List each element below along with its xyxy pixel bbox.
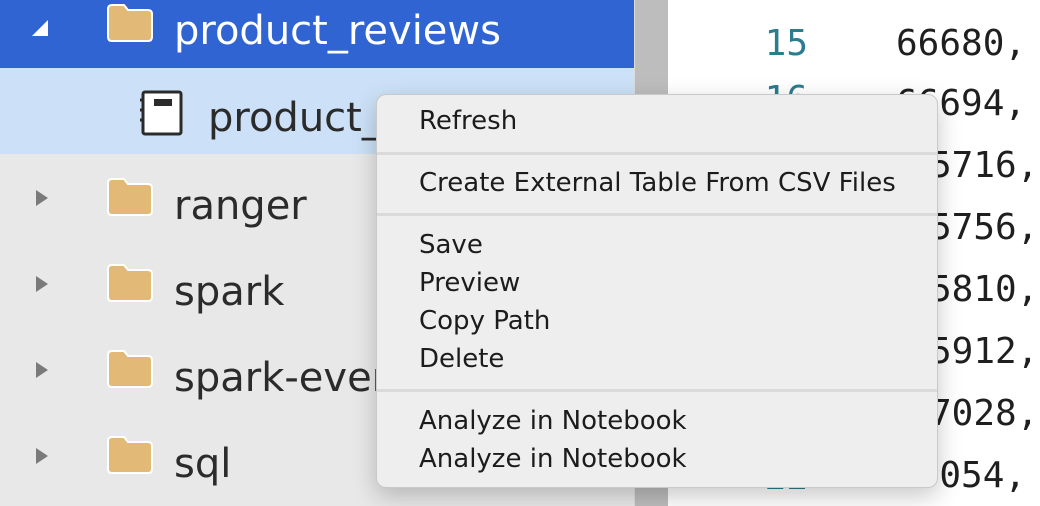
menu-item-create-external-table[interactable]: Create External Table From CSV Files — [419, 167, 896, 199]
tree-item-product-reviews[interactable]: product_reviews — [0, 0, 634, 68]
menu-item-delete[interactable]: Delete — [419, 343, 504, 375]
folder-icon — [107, 4, 153, 42]
chevron-right-icon[interactable] — [32, 446, 52, 466]
line-number: 15 — [764, 23, 808, 64]
menu-divider — [377, 152, 937, 155]
context-menu: Refresh Create External Table From CSV F… — [376, 94, 938, 488]
code-line: 5756, — [930, 207, 1039, 248]
tree-item-label: spark-ever — [174, 355, 389, 401]
menu-item-copy-path[interactable]: Copy Path — [419, 305, 550, 337]
code-line: 5810, — [930, 269, 1039, 310]
code-line: 5912, — [930, 331, 1039, 372]
tree-item-label: product_ — [208, 95, 382, 141]
folder-icon — [107, 436, 153, 474]
menu-item-analyze-in-notebook-2[interactable]: Analyze in Notebook — [419, 443, 687, 475]
code-line: 5716, — [930, 145, 1039, 186]
tree-item-label: ranger — [174, 183, 307, 229]
chevron-right-icon[interactable] — [32, 274, 52, 294]
notebook-file-icon — [140, 90, 183, 136]
menu-item-preview[interactable]: Preview — [419, 267, 520, 299]
folder-icon — [107, 264, 153, 302]
chevron-right-icon[interactable] — [32, 360, 52, 380]
folder-icon — [107, 178, 153, 216]
menu-divider — [377, 389, 937, 392]
chevron-right-icon[interactable] — [32, 188, 52, 208]
menu-divider — [377, 213, 937, 216]
tree-item-label: spark — [174, 269, 285, 315]
code-line: 7028, — [930, 393, 1039, 434]
tree-item-label: product_reviews — [174, 8, 501, 54]
tree-item-label: sql — [174, 441, 232, 487]
code-line: 66680, — [896, 23, 1027, 64]
menu-item-save[interactable]: Save — [419, 229, 483, 261]
menu-item-refresh[interactable]: Refresh — [419, 105, 517, 137]
menu-item-analyze-in-notebook[interactable]: Analyze in Notebook — [419, 405, 687, 437]
folder-icon — [107, 350, 153, 388]
chevron-expanded-icon[interactable] — [30, 18, 50, 38]
